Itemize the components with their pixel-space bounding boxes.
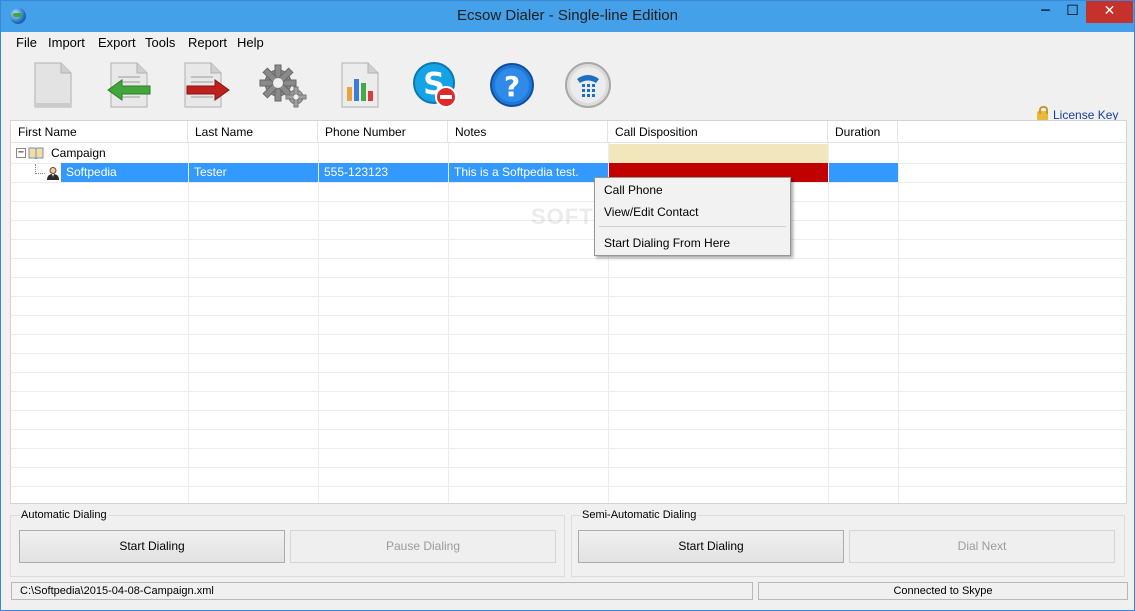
toolbar: S ? License Key [1,53,1134,122]
column-divider [448,143,449,503]
app-window: Ecsow Dialer - Single-line Edition ─ ☐ ✕… [0,0,1135,611]
window-title: Ecsow Dialer - Single-line Edition [457,7,678,24]
column-call-disposition[interactable]: Call Disposition [608,121,828,143]
row-divider [11,410,1126,411]
collapse-toggle[interactable]: − [16,148,26,158]
menu-item-view-edit-contact[interactable]: View/Edit Contact [604,205,699,219]
pause-dialing-button[interactable]: Pause Dialing [290,530,556,563]
svg-text:?: ? [504,70,520,103]
cell-notes[interactable]: This is a Softpedia test. [449,163,608,182]
row-divider [11,182,1126,183]
row-divider [11,353,1126,354]
automatic-dialing-label: Automatic Dialing [20,509,108,521]
export-icon[interactable] [179,57,233,113]
skype-disconnect-icon[interactable]: S [410,57,464,113]
campaign-disposition-cell [609,144,828,163]
dial-next-button[interactable]: Dial Next [849,530,1115,563]
column-divider [318,143,319,503]
new-file-icon[interactable] [26,57,80,113]
campaign-label: Campaign [51,146,106,160]
menu-item-start-dialing-from-here[interactable]: Start Dialing From Here [604,236,730,250]
row-divider [11,239,1126,240]
row-divider [11,296,1126,297]
column-divider [188,143,189,503]
maximize-button[interactable]: ☐ [1059,1,1086,23]
help-icon[interactable]: ? [487,57,541,113]
row-divider [11,277,1126,278]
row-divider [11,201,1126,202]
phone-dialpad-icon[interactable] [563,57,617,113]
cell-duration[interactable] [829,163,898,182]
status-file-path: C:\Softpedia\2015-04-08-Campaign.xml [11,582,753,600]
column-notes[interactable]: Notes [448,121,608,143]
semi-automatic-dialing-group: Semi-Automatic Dialing Start Dialing Dia… [571,509,1125,577]
tree-connector [35,164,45,174]
contact-person-icon [46,166,60,180]
grid-header: First Name Last Name Phone Number Notes … [11,121,1126,143]
campaign-book-icon [28,147,44,160]
menu-export[interactable]: Export [98,35,136,50]
row-divider [11,429,1126,430]
menu-import[interactable]: Import [48,35,85,50]
auto-start-dialing-button[interactable]: Start Dialing [19,530,285,563]
row-divider [11,315,1126,316]
cell-phone-number[interactable]: 555-123123 [319,163,448,182]
semi-automatic-dialing-label: Semi-Automatic Dialing [581,509,698,521]
settings-icon[interactable] [256,57,310,113]
row-divider [11,448,1126,449]
column-divider [828,143,829,503]
column-divider [898,143,899,503]
menu-bar: File Import Export Tools Report Help [1,32,1134,53]
row-divider [11,467,1126,468]
contacts-grid[interactable]: First Name Last Name Phone Number Notes … [10,120,1127,504]
row-divider [11,334,1126,335]
menu-report[interactable]: Report [188,35,227,50]
column-duration[interactable]: Duration [828,121,898,143]
column-phone-number[interactable]: Phone Number [318,121,448,143]
row-divider [11,372,1126,373]
title-bar[interactable]: Ecsow Dialer - Single-line Edition ─ ☐ ✕ [1,1,1134,32]
import-icon[interactable] [102,57,156,113]
row-divider [11,258,1126,259]
context-menu: Call Phone View/Edit Contact Start Diali… [594,177,791,256]
menu-separator [599,226,786,227]
column-first-name[interactable]: First Name [11,121,188,143]
menu-tools[interactable]: Tools [145,35,175,50]
menu-item-call-phone[interactable]: Call Phone [604,183,663,197]
automatic-dialing-group: Automatic Dialing Start Dialing Pause Di… [10,509,565,577]
status-connection: Connected to Skype [758,582,1128,600]
menu-file[interactable]: File [16,35,37,50]
column-last-name[interactable]: Last Name [188,121,318,143]
row-divider [11,391,1126,392]
menu-help[interactable]: Help [237,35,264,50]
cell-first-name[interactable]: Softpedia [61,163,188,182]
report-chart-icon[interactable] [333,57,387,113]
row-divider [11,486,1126,487]
semi-start-dialing-button[interactable]: Start Dialing [578,530,844,563]
cell-last-name[interactable]: Tester [189,163,318,182]
close-button[interactable]: ✕ [1086,1,1133,23]
minimize-button[interactable]: ─ [1032,1,1059,23]
